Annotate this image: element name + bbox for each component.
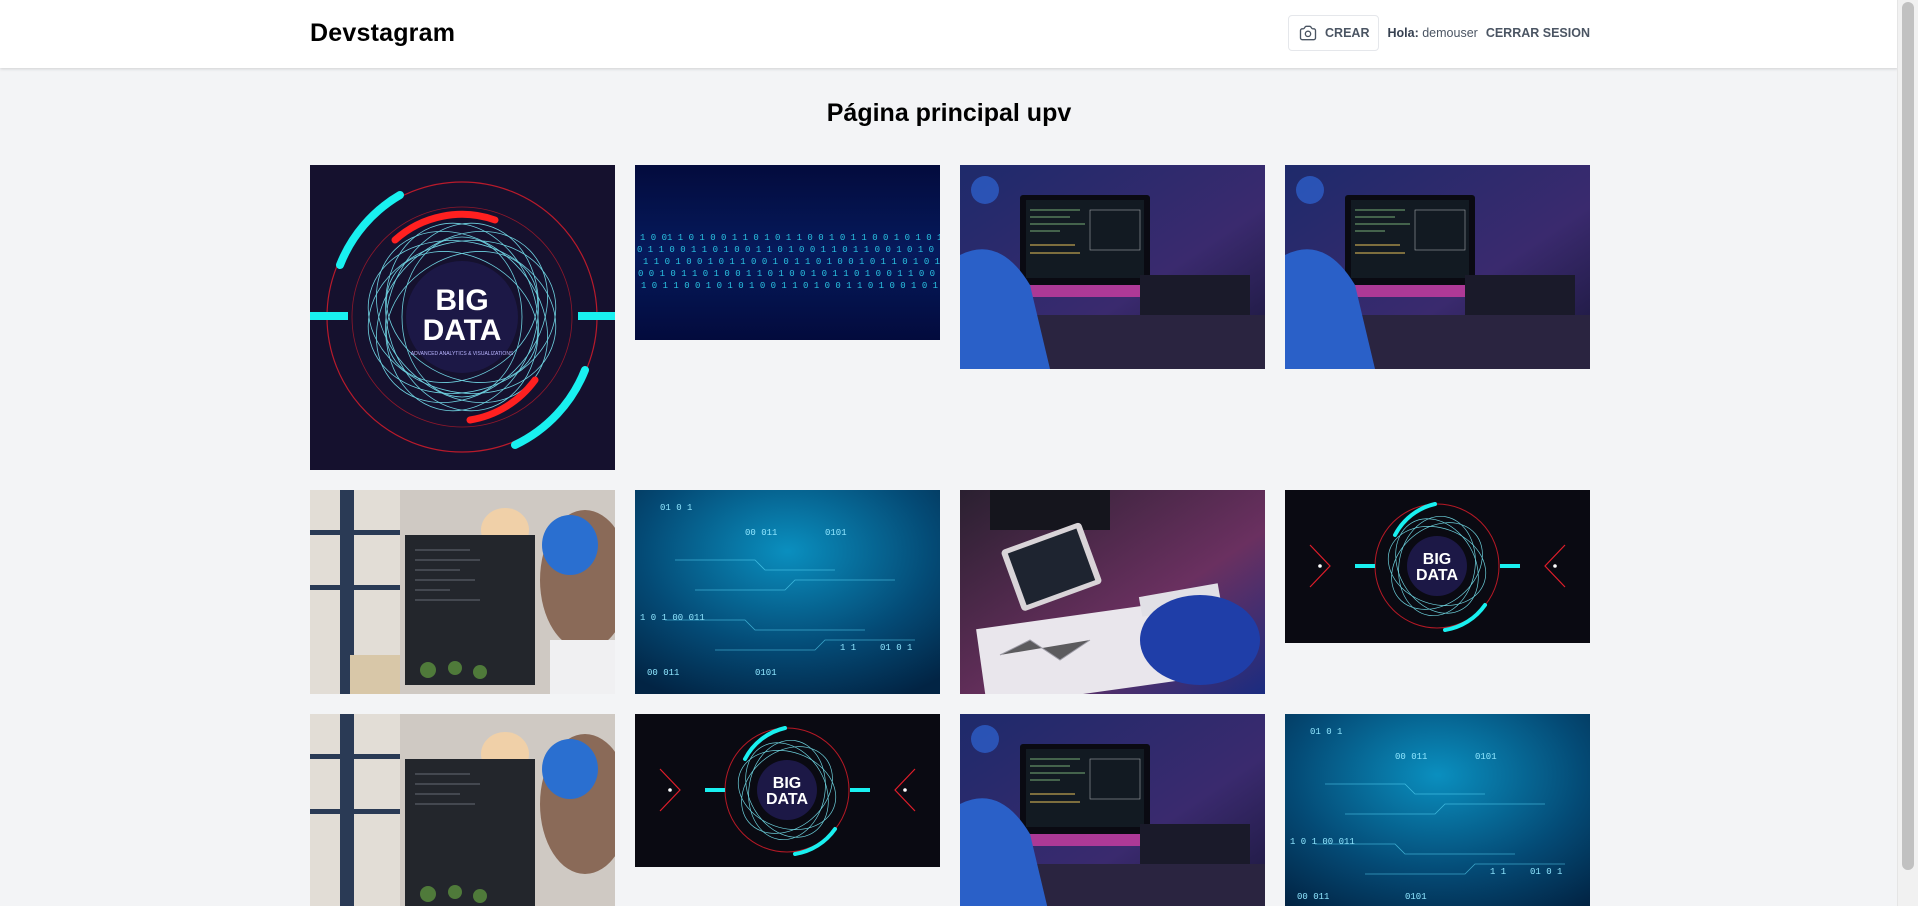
user-greeting: Hola: demouser <box>1387 26 1477 40</box>
nav-actions: CREAR Hola: demouser CERRAR SESION <box>1288 15 1590 51</box>
desk-night-image <box>960 165 1265 369</box>
circuit-digits: 00 011 <box>1297 892 1329 902</box>
post-thumbnail[interactable] <box>310 490 615 694</box>
logout-button[interactable]: CERRAR SESION <box>1486 26 1590 40</box>
svg-text:0 1 1 0 0 1 1 0 1 0 0 1 1 0 1: 0 1 1 0 0 1 1 0 1 0 0 1 1 0 1 0 0 1 1 0 … <box>637 245 934 255</box>
scrollbar-thumb[interactable] <box>1902 2 1914 870</box>
binary-code-image: 1 0 01 1 0 1 0 0 1 1 0 1 0 1 1 0 0 1 0 1… <box>635 165 940 340</box>
circuit-digits: 0101 <box>825 528 847 538</box>
circuit-digits: 1 0 1 00 011 <box>640 613 705 623</box>
circuit-image: 01 0 1 00 011 0101 1 0 1 00 011 01 0 1 1… <box>635 490 940 694</box>
circuit-digits: 0101 <box>1475 752 1497 762</box>
desk-night-image <box>960 714 1265 906</box>
data-text: DATA <box>1416 567 1459 584</box>
big-text: BIG <box>435 284 488 317</box>
post-thumbnail[interactable] <box>1285 165 1590 369</box>
svg-text:1 1 0 1 0 0 1 0 1 1 0 0 1 0 1: 1 1 0 1 0 0 1 0 1 1 0 0 1 0 1 1 0 1 0 0 … <box>643 257 940 267</box>
page-title: Página principal upv <box>826 99 1072 127</box>
post-thumbnail[interactable] <box>960 714 1265 906</box>
top-navbar: Devstagram CREAR Hola: demouser CERRAR S… <box>0 0 1898 68</box>
post-thumbnail[interactable]: 1 0 01 1 0 1 0 0 1 1 0 1 0 1 1 0 0 1 0 1… <box>635 165 940 340</box>
caption-text: ADVANCED ANALYTICS & VISUALIZATIONS <box>411 351 514 357</box>
circuit-digits: 01 0 1 <box>1310 727 1342 737</box>
post-thumbnail[interactable]: 01 0 1 00 011 0101 1 0 1 00 011 01 0 1 1… <box>635 490 940 694</box>
circuit-digits: 00 011 <box>745 528 777 538</box>
circuit-digits: 00 011 <box>647 668 679 678</box>
post-thumbnail[interactable] <box>310 714 615 906</box>
create-post-button[interactable]: CREAR <box>1288 15 1380 51</box>
circuit-digits: 1 0 1 00 011 <box>1290 837 1355 847</box>
big-text: BIG <box>773 775 801 792</box>
big-data-image: BIG DATA <box>1285 490 1590 643</box>
big-text: BIG <box>1423 551 1451 568</box>
data-text: DATA <box>766 791 809 808</box>
post-thumbnail[interactable] <box>960 490 1265 694</box>
create-post-label: CREAR <box>1325 26 1370 40</box>
circuit-digits: 00 011 <box>1395 752 1427 762</box>
svg-text:1 0 1 1 0 0 1 0 1 0 1 0 0 1 1: 1 0 1 1 0 0 1 0 1 0 1 0 0 1 1 0 1 0 0 1 … <box>641 281 938 291</box>
circuit-digits: 1 1 <box>1490 867 1506 877</box>
data-text: DATA <box>423 314 502 347</box>
brand-logo[interactable]: Devstagram <box>310 19 455 48</box>
post-thumbnail[interactable]: 01 0 1 00 011 0101 1 0 1 00 011 01 0 1 1… <box>1285 714 1590 906</box>
circuit-digits: 01 0 1 <box>880 643 912 653</box>
tablet-coder-image <box>960 490 1265 694</box>
camera-icon <box>1299 25 1317 41</box>
circuit-digits: 0101 <box>1405 892 1427 902</box>
coder-beard-image <box>310 714 615 906</box>
big-data-image: BIG DATA ADVANCED ANALYTICS & VISUALIZAT… <box>310 165 615 470</box>
circuit-digits: 1 1 <box>840 643 856 653</box>
big-data-image: BIG DATA <box>635 714 940 867</box>
svg-text:1 0 01 1 0 1 0 0 1 1 0 1 0 1 1: 1 0 01 1 0 1 0 0 1 1 0 1 0 1 1 0 0 1 0 1… <box>640 233 940 243</box>
circuit-digits: 0101 <box>755 668 777 678</box>
post-thumbnail[interactable]: BIG DATA <box>1285 490 1590 643</box>
username-link[interactable]: demouser <box>1422 26 1478 40</box>
greeting-prefix: Hola: <box>1387 26 1419 40</box>
circuit-image: 01 0 1 00 011 0101 1 0 1 00 011 01 0 1 1… <box>1285 714 1590 906</box>
vertical-scrollbar[interactable] <box>1897 0 1918 906</box>
post-thumbnail[interactable]: BIG DATA ADVANCED ANALYTICS & VISUALIZAT… <box>310 165 615 470</box>
post-thumbnail[interactable] <box>960 165 1265 369</box>
desk-night-image <box>1285 165 1590 369</box>
coder-beard-image <box>310 490 615 694</box>
circuit-digits: 01 0 1 <box>1530 867 1562 877</box>
svg-text:0 0 1 0 1 1 0 1 0 0 1 1 0 1 0: 0 0 1 0 1 1 0 1 0 0 1 1 0 1 0 0 1 0 1 1 … <box>638 269 935 279</box>
circuit-digits: 01 0 1 <box>660 503 692 513</box>
post-thumbnail[interactable]: BIG DATA <box>635 714 940 867</box>
